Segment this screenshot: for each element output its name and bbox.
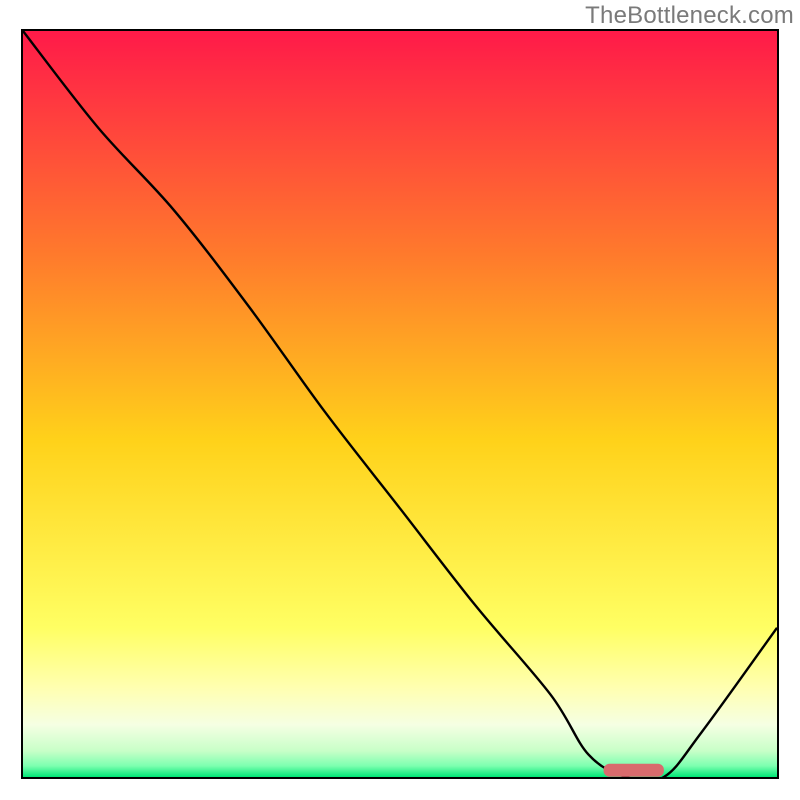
plot-area <box>21 29 779 779</box>
chart-stage: TheBottleneck.com <box>0 0 800 800</box>
gradient-rect <box>23 31 777 777</box>
watermark-text: TheBottleneck.com <box>585 2 794 30</box>
gradient-background <box>23 31 777 777</box>
